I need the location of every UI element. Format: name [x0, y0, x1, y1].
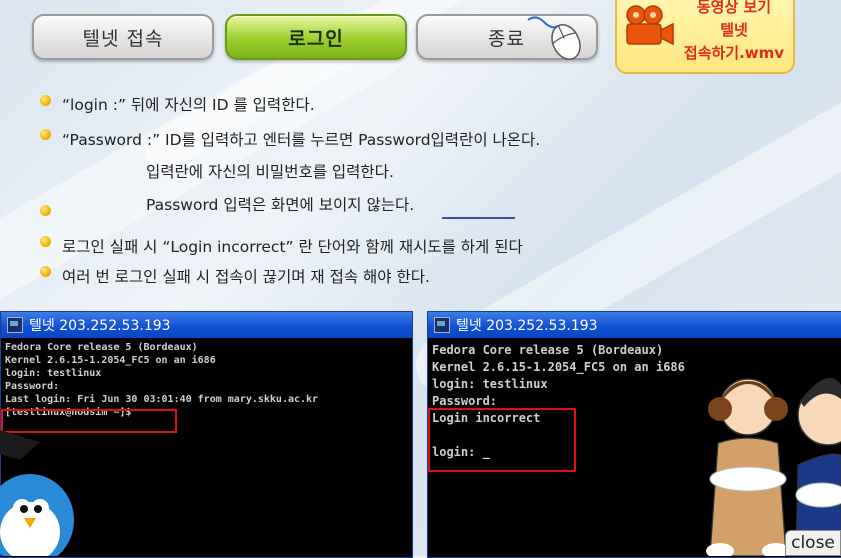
video-button-text: 동영상 보기 텔넷 접속하기.wmv — [675, 0, 793, 65]
telnet-icon — [434, 317, 450, 333]
characters-illustration-icon — [706, 377, 841, 556]
underline-mark — [442, 217, 515, 219]
bullet-icon — [40, 236, 51, 247]
instruction-login-fail: 로그인 실패 시 “Login incorrect” 란 단어와 함께 재시도를… — [62, 238, 523, 256]
watch-video-button[interactable]: 동영상 보기 텔넷 접속하기.wmv — [615, 0, 795, 74]
video-line-3: 접속하기.wmv — [683, 44, 785, 62]
bullet-icon — [40, 129, 51, 140]
tab-telnet-connect[interactable]: 텔넷 접속 — [32, 14, 214, 60]
video-line-2: 텔넷 — [720, 21, 748, 39]
instruction-reconnect: 여러 번 로그인 실패 시 접속이 끊기며 재 접속 해야 한다. — [62, 268, 430, 286]
instruction-password-hidden: Password 입력은 화면에 보이지 않는다. — [146, 196, 415, 214]
telnet-icon — [7, 317, 23, 333]
terminal-line: Fedora Core release 5 (Bordeaux) — [5, 342, 198, 353]
window-title: 텔넷 203.252.53.193 — [456, 318, 598, 334]
instruction-password: “Password :” ID를 입력하고 엔터를 누르면 Password입력… — [62, 131, 541, 149]
terminal-line: login: testlinux — [5, 368, 102, 379]
penguin-mascot-icon — [0, 430, 74, 556]
tab-login[interactable]: 로그인 — [225, 14, 407, 60]
video-line-1: 동영상 보기 — [696, 0, 772, 16]
terminal-line: Password: — [5, 381, 60, 392]
bullet-icon — [40, 205, 51, 216]
instruction-login: “login :” 뒤에 자신의 ID 를 입력한다. — [62, 96, 315, 114]
tab-exit-label: 종료 — [488, 27, 525, 50]
instruction-password-detail: 입력란에 자신의 비밀번호를 입력한다. — [146, 163, 394, 181]
terminal-line: Last login: Fri Jun 30 03:01:40 from mar… — [5, 394, 319, 405]
bullet-icon — [40, 95, 51, 106]
close-button[interactable]: close — [785, 530, 841, 556]
terminal-line: Kernel 2.6.15-1.2054_FC5 on an i686 — [5, 355, 216, 366]
window-titlebar: 텔넷 203.252.53.193 — [428, 312, 841, 338]
video-camera-icon — [626, 5, 674, 46]
bullet-icon — [40, 266, 51, 277]
window-titlebar: 텔넷 203.252.53.193 — [1, 312, 412, 338]
highlight-box — [428, 408, 576, 472]
window-title: 텔넷 203.252.53.193 — [29, 318, 171, 334]
mouse-icon — [527, 16, 581, 60]
